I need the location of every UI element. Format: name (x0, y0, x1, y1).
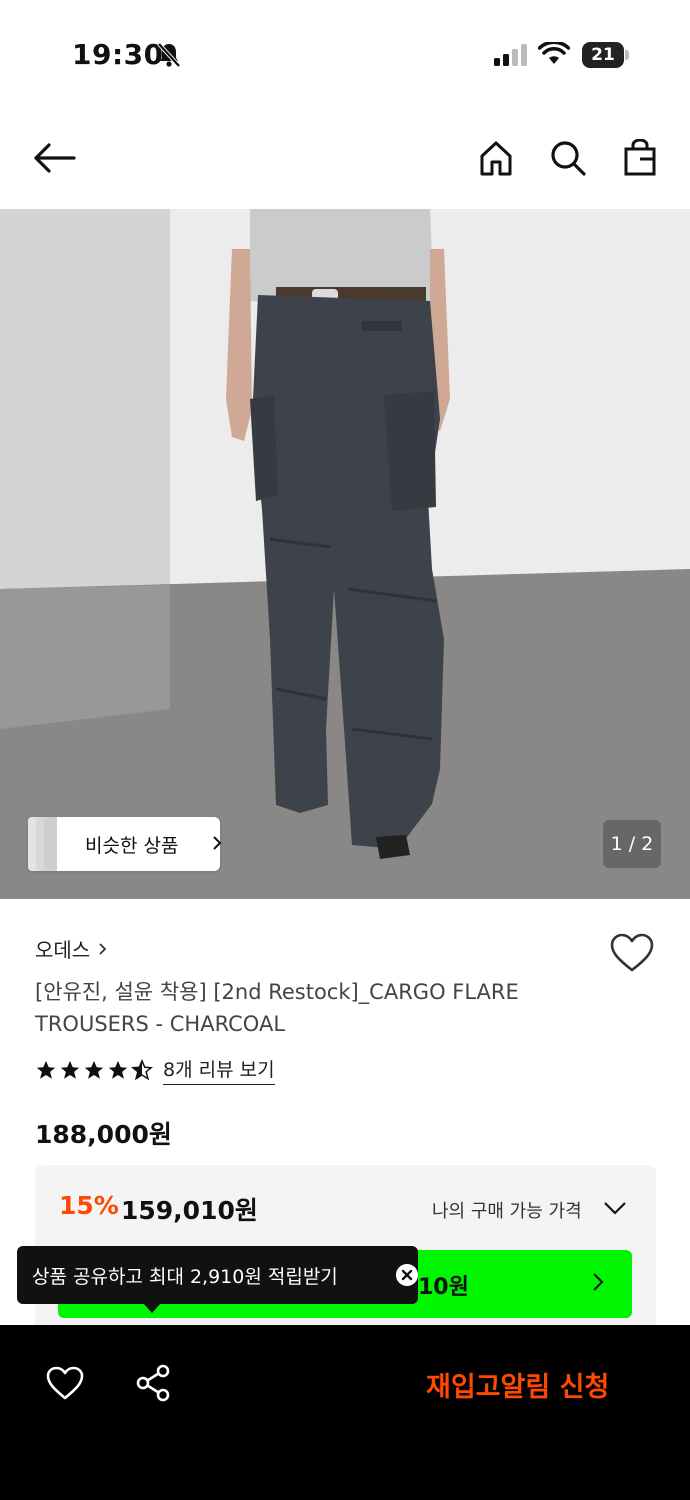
my-price-toggle[interactable]: 나의 구매 가능 가격 (432, 1197, 582, 1223)
wifi-icon (538, 42, 570, 64)
status-time: 19:30 (72, 38, 164, 71)
discount-rate: 15% (59, 1191, 119, 1220)
star-full-icon (108, 1060, 128, 1079)
similar-products-button[interactable]: 비슷한 상품 (28, 817, 222, 871)
close-icon[interactable] (396, 1264, 418, 1286)
similar-thumbnails (28, 817, 62, 871)
shopping-bag-icon (624, 139, 656, 176)
bell-off-icon (157, 42, 181, 68)
rating-row: 8개 리뷰 보기 (35, 1055, 275, 1085)
original-price: 188,000원 (35, 1120, 172, 1149)
cart-button[interactable] (616, 134, 664, 182)
bottom-action-bar: 재입고알림 신청 (0, 1325, 690, 1500)
image-page-counter: 1 / 2 (603, 820, 661, 868)
product-image[interactable]: 비슷한 상품 1 / 2 (0, 209, 690, 899)
home-button[interactable] (472, 134, 520, 182)
back-button[interactable] (30, 134, 78, 182)
status-bar: 19:30 21 (0, 0, 690, 110)
share-reward-tooltip: 상품 공유하고 최대 2,910원 적립받기 (17, 1246, 418, 1313)
product-photo (0, 209, 690, 899)
brand-link[interactable]: 오데스 (35, 934, 107, 963)
tooltip-text: 상품 공유하고 최대 2,910원 적립받기 (32, 1266, 338, 1288)
battery-icon: 21 (582, 42, 630, 68)
review-link[interactable]: 8개 리뷰 보기 (163, 1055, 275, 1085)
brand-name: 오데스 (35, 938, 91, 962)
search-icon (551, 141, 586, 176)
restock-alert-button[interactable]: 재입고알림 신청 (426, 1365, 609, 1404)
tooltip-arrow (143, 1303, 161, 1313)
cellular-signal-icon (494, 44, 527, 66)
coupon-price: 10원 (418, 1275, 469, 1300)
battery-level: 21 (582, 42, 624, 68)
star-half-icon (131, 1059, 153, 1081)
arrow-left-icon (34, 143, 76, 173)
star-full-icon (60, 1060, 80, 1079)
top-nav (0, 120, 690, 200)
product-title: [안유진, 설윤 착용] [2nd Restock]_CARGO FLARE T… (35, 980, 519, 1036)
discount-price: 159,010원 (121, 1196, 258, 1225)
chevron-right-icon (99, 942, 107, 955)
chevron-right-icon (593, 1273, 604, 1291)
star-full-icon (36, 1060, 56, 1079)
star-full-icon (84, 1060, 104, 1079)
share-icon[interactable] (134, 1363, 172, 1403)
home-icon (480, 141, 512, 176)
rating-stars (35, 1059, 153, 1081)
similar-products-label: 비슷한 상품 (85, 835, 179, 857)
chevron-down-icon[interactable] (603, 1201, 627, 1215)
search-button[interactable] (544, 134, 592, 182)
heart-icon[interactable] (45, 1365, 85, 1401)
chevron-right-icon (213, 836, 222, 850)
wishlist-heart-icon[interactable] (609, 932, 655, 974)
